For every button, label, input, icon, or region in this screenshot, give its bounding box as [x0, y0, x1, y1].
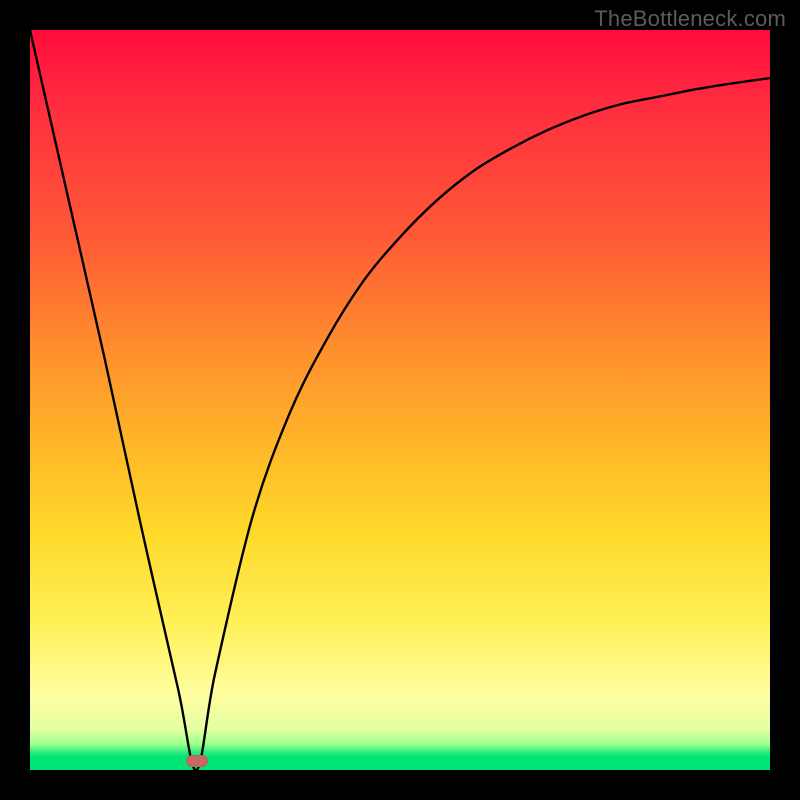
bottleneck-curve: [30, 30, 770, 770]
chart-frame: TheBottleneck.com: [0, 0, 800, 800]
optimal-marker: [186, 755, 208, 767]
plot-area: [30, 30, 770, 770]
watermark-text: TheBottleneck.com: [594, 6, 786, 32]
